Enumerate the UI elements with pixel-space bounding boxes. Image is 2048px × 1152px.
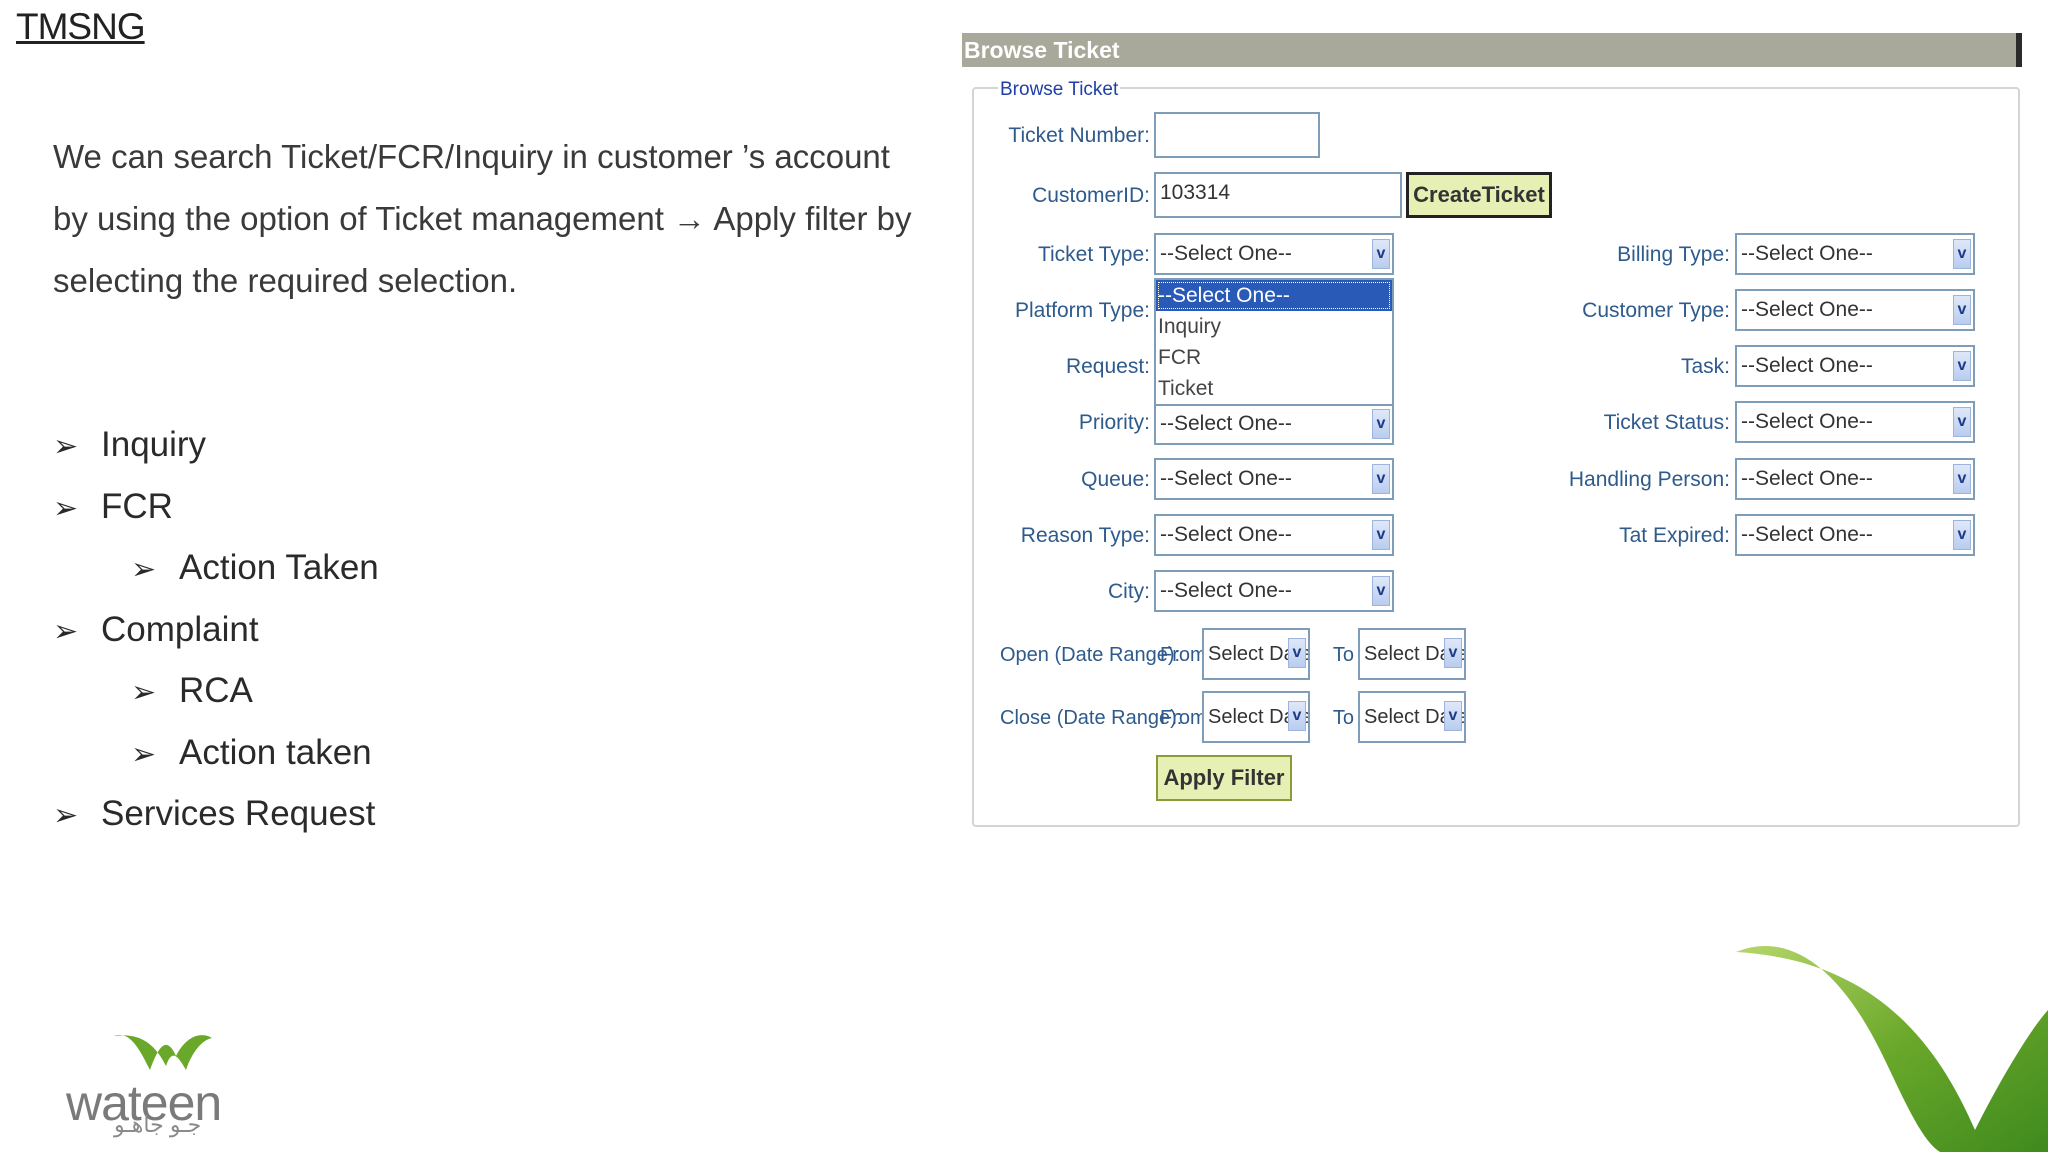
tat-expired-select[interactable]: --Select One-- v [1735,514,1975,556]
ticket-type-dropdown-list[interactable]: --Select One-- Inquiry FCR Ticket [1154,278,1394,406]
ticket-type-select[interactable]: --Select One-- v [1154,233,1394,275]
reason-type-select[interactable]: --Select One-- v [1154,514,1394,556]
ticket-number-label: Ticket Number: [1008,124,1150,147]
ticket-number-input[interactable] [1154,112,1320,158]
arrow-bullet-icon: ➢ [53,614,79,648]
city-label: City: [1108,580,1150,603]
customer-id-input[interactable]: 103314 [1154,172,1402,218]
bullet-item: ➢ FCR [53,476,379,538]
open-to-date-select[interactable]: Select Date v [1358,628,1466,680]
chevron-down-icon[interactable]: v [1953,239,1971,269]
city-select[interactable]: --Select One-- v [1154,570,1394,612]
dropdown-option[interactable]: FCR [1156,342,1392,373]
arrow-bullet-icon: ➢ [53,430,79,463]
platform-type-label: Platform Type: [1014,299,1150,322]
fieldset-legend: Browse Ticket [998,79,1121,101]
task-label: Task: [1680,355,1730,378]
intro-text: We can search Ticket/FCR/Inquiry in cust… [53,138,912,299]
request-label: Request: [1065,355,1150,378]
arrow-bullet-icon: ➢ [53,491,79,525]
open-from-date-select[interactable]: Select Date v [1202,628,1310,680]
sub-bullet-item: ➢ RCA [53,660,379,722]
slide-title: TMSNG [16,6,146,47]
chevron-down-icon[interactable]: v [1953,520,1971,550]
chevron-down-icon[interactable]: v [1444,701,1462,731]
wateen-logo: wateen جـو جاهـو [66,1026,246,1137]
dropdown-option[interactable]: Ticket [1156,373,1392,404]
chevron-down-icon[interactable]: v [1953,351,1971,381]
tat-expired-label: Tat Expired: [1619,524,1730,547]
chevron-down-icon[interactable]: v [1372,239,1390,269]
chevron-down-icon[interactable]: v [1288,701,1306,731]
priority-select[interactable]: --Select One-- v [1154,403,1394,445]
arrow-bullet-icon: ➢ [131,676,157,709]
customer-type-label: Customer Type: [1582,299,1730,322]
close-to-date-select[interactable]: Select Date v [1358,691,1466,743]
arrow-bullet-icon: ➢ [53,799,79,832]
close-to-label: To [1332,707,1354,729]
create-ticket-button[interactable]: CreateTicket [1406,172,1552,218]
handling-person-select[interactable]: --Select One-- v [1735,458,1975,500]
open-from-label: From [1160,644,1207,666]
close-date-range-label: Close (Date Range): [1000,707,1183,729]
ticket-status-select[interactable]: --Select One-- v [1735,401,1975,443]
dropdown-option[interactable]: --Select One-- [1156,280,1392,311]
queue-select[interactable]: --Select One-- v [1154,458,1394,500]
billing-type-label: Billing Type: [1617,243,1730,266]
bullet-item: ➢ Complaint [53,599,379,661]
priority-label: Priority: [1078,411,1150,434]
sub-bullet-item: ➢ Action Taken [53,537,379,599]
billing-type-select[interactable]: --Select One-- v [1735,233,1975,275]
brand-swoosh-icon [1736,946,2048,1152]
ticket-type-label: Ticket Type: [1037,243,1150,266]
wateen-tagline: جـو جاهـو [114,1112,202,1137]
chevron-down-icon[interactable]: v [1953,295,1971,325]
ticket-status-label: Ticket Status: [1603,411,1730,434]
chevron-down-icon[interactable]: v [1372,409,1390,439]
arrow-bullet-icon: ➢ [131,737,157,771]
sub-bullet-item: ➢ Action taken [53,722,379,784]
queue-label: Queue: [1081,468,1150,491]
chevron-down-icon[interactable]: v [1372,520,1390,550]
arrow-bullet-icon: ➢ [131,553,157,586]
chevron-down-icon[interactable]: v [1288,638,1306,668]
chevron-down-icon[interactable]: v [1953,407,1971,437]
close-from-date-select[interactable]: Select Date v [1202,691,1310,743]
chevron-down-icon[interactable]: v [1953,464,1971,494]
open-to-label: To [1332,644,1354,666]
chevron-down-icon[interactable]: v [1372,464,1390,494]
bullet-list: ➢ Inquiry ➢ FCR ➢ Action Taken ➢ Complaint ➢… [53,414,379,845]
apply-filter-button[interactable]: Apply Filter [1156,755,1292,801]
chevron-down-icon[interactable]: v [1444,638,1462,668]
customer-id-label: CustomerID: [1032,184,1150,207]
bullet-item: ➢ Inquiry [53,414,379,476]
close-from-label: From [1160,707,1207,729]
bullet-item: ➢ Services Request [53,783,379,845]
customer-type-select[interactable]: --Select One-- v [1735,289,1975,331]
reason-type-label: Reason Type: [1020,524,1150,547]
panel-corner [2016,33,2022,67]
task-select[interactable]: --Select One-- v [1735,345,1975,387]
handling-person-label: Handling Person: [1568,468,1730,491]
open-date-range-label: Open (Date Range): [1000,644,1181,666]
chevron-down-icon[interactable]: v [1372,576,1390,606]
dropdown-option[interactable]: Inquiry [1156,311,1392,342]
panel-header: Browse Ticket [962,33,2022,67]
